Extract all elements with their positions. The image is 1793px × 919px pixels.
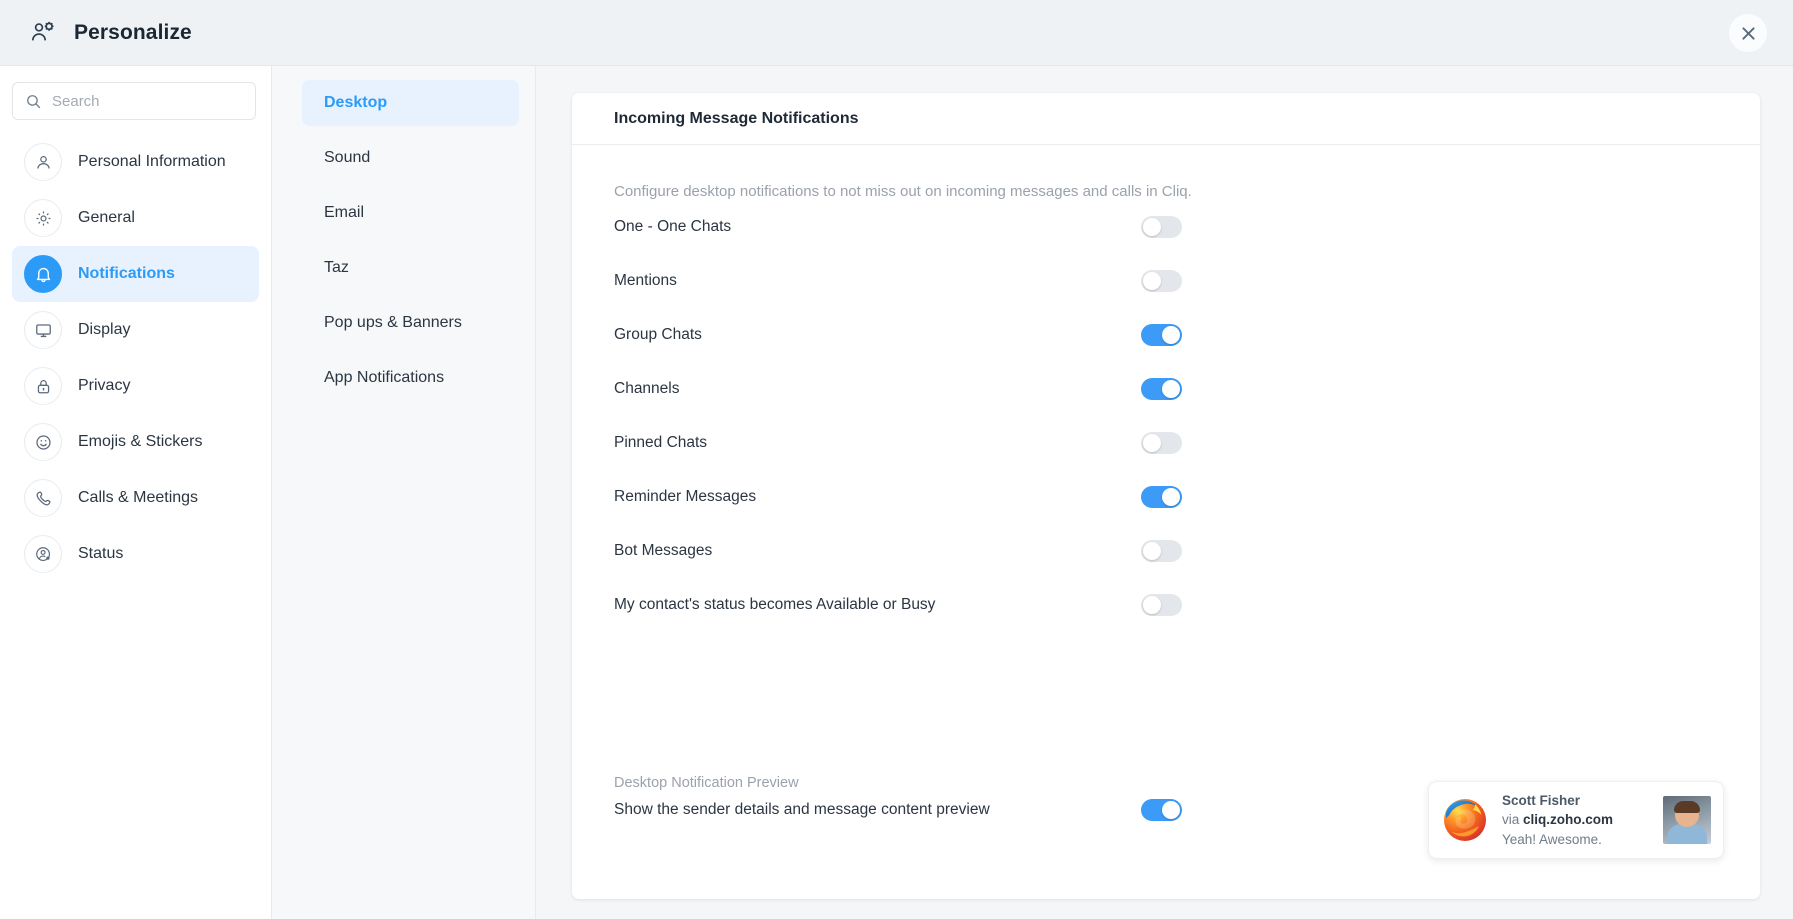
setting-label: Reminder Messages bbox=[614, 488, 757, 505]
setting-label: Bot Messages bbox=[614, 542, 713, 559]
card-description: Configure desktop notifications to not m… bbox=[614, 183, 1192, 200]
toggle-mentions[interactable] bbox=[1141, 270, 1182, 292]
toggle-knob bbox=[1162, 801, 1180, 819]
search-container bbox=[0, 66, 271, 120]
personalize-window: Personalize Search Personal Information … bbox=[0, 0, 1793, 919]
sidebar-nav-list: Personal Information General Notificatio… bbox=[0, 134, 271, 582]
setting-row-mentions: Mentions bbox=[614, 254, 1182, 308]
toggle-group-chats[interactable] bbox=[1141, 324, 1182, 346]
toggle-pinned-chats[interactable] bbox=[1141, 432, 1182, 454]
toast-via-prefix: via bbox=[1502, 812, 1524, 828]
toggle-one-one-chats[interactable] bbox=[1141, 216, 1182, 238]
setting-label: Channels bbox=[614, 380, 680, 397]
toggle-channels[interactable] bbox=[1141, 378, 1182, 400]
subnav-item-pop-ups-banners[interactable]: Pop ups & Banners bbox=[302, 300, 519, 346]
avatar-hair bbox=[1674, 801, 1700, 813]
setting-row-group-chats: Group Chats bbox=[614, 308, 1182, 362]
toast-text-block: Scott Fisher via cliq.zoho.com Yeah! Awe… bbox=[1502, 791, 1663, 848]
toggle-knob bbox=[1143, 272, 1161, 290]
toast-via-source: cliq.zoho.com bbox=[1523, 812, 1614, 828]
personalize-people-gear-icon bbox=[28, 18, 58, 48]
window-titlebar: Personalize bbox=[0, 0, 1793, 66]
toast-sender-name: Scott Fisher bbox=[1502, 793, 1581, 809]
settings-card: Incoming Message Notifications Configure… bbox=[572, 93, 1760, 899]
sidebar-item-label: General bbox=[78, 209, 135, 226]
primary-sidebar: Personal Information General bbox=[0, 66, 272, 919]
sidebar-item-calls-meetings[interactable]: Calls & Meetings bbox=[12, 470, 259, 526]
toggle-show-sender-details[interactable] bbox=[1141, 799, 1182, 821]
main-content: Incoming Message Notifications Configure… bbox=[536, 66, 1793, 919]
preview-setting-label: Show the sender details and message cont… bbox=[614, 801, 990, 818]
sidebar-item-personal-information[interactable]: Personal Information bbox=[12, 134, 259, 190]
sidebar-item-display[interactable]: Display bbox=[12, 302, 259, 358]
preview-toggle-slot: Show the sender details and message cont… bbox=[614, 799, 1182, 821]
notification-preview-toast: Scott Fisher via cliq.zoho.com Yeah! Awe… bbox=[1428, 781, 1724, 859]
setting-row-reminder-messages: Reminder Messages bbox=[614, 470, 1182, 524]
setting-row-contact-status: My contact's status becomes Available or… bbox=[614, 578, 1182, 632]
toggle-knob bbox=[1143, 542, 1161, 560]
firefox-icon bbox=[1441, 796, 1489, 844]
subnav-item-desktop[interactable]: Desktop bbox=[302, 80, 519, 126]
setting-row-bot-messages: Bot Messages bbox=[614, 524, 1182, 578]
toggle-knob bbox=[1162, 326, 1180, 344]
subnav-item-taz[interactable]: Taz bbox=[302, 245, 519, 291]
sidebar-item-label: Personal Information bbox=[78, 153, 226, 170]
setting-label: My contact's status becomes Available or… bbox=[614, 596, 936, 613]
toggle-bot-messages[interactable] bbox=[1141, 540, 1182, 562]
close-icon[interactable] bbox=[1729, 14, 1767, 52]
sidebar-item-label: Status bbox=[78, 545, 124, 562]
setting-label: Group Chats bbox=[614, 326, 702, 343]
gear-icon bbox=[24, 199, 62, 237]
subnav-item-app-notifications[interactable]: App Notifications bbox=[302, 355, 519, 401]
sidebar-item-label: Display bbox=[78, 321, 131, 338]
toggle-knob bbox=[1143, 434, 1161, 452]
setting-label: One - One Chats bbox=[614, 218, 732, 235]
toggle-knob bbox=[1162, 488, 1180, 506]
card-title: Incoming Message Notifications bbox=[572, 93, 1760, 145]
sender-photo-avatar bbox=[1663, 796, 1711, 844]
sidebar-item-label: Calls & Meetings bbox=[78, 489, 199, 506]
toggle-reminder-messages[interactable] bbox=[1141, 486, 1182, 508]
smiley-icon bbox=[24, 423, 62, 461]
toggle-knob bbox=[1162, 380, 1180, 398]
avatar-body bbox=[1667, 824, 1707, 844]
sidebar-item-general[interactable]: General bbox=[12, 190, 259, 246]
toggle-knob bbox=[1143, 218, 1161, 236]
sidebar-item-label: Notifications bbox=[78, 265, 175, 282]
sidebar-item-label: Emojis & Stickers bbox=[78, 433, 203, 450]
card-body: Configure desktop notifications to not m… bbox=[572, 183, 1760, 919]
sidebar-item-privacy[interactable]: Privacy bbox=[12, 358, 259, 414]
setting-row-pinned-chats: Pinned Chats bbox=[614, 416, 1182, 470]
desktop-notification-preview-section: Desktop Notification Preview Show the se… bbox=[614, 775, 1724, 859]
setting-label: Mentions bbox=[614, 272, 677, 289]
search-icon bbox=[25, 93, 42, 110]
toast-message: Yeah! Awesome. bbox=[1502, 831, 1602, 847]
user-icon bbox=[24, 143, 62, 181]
subnav-item-email[interactable]: Email bbox=[302, 190, 519, 236]
toggle-knob bbox=[1143, 596, 1161, 614]
monitor-icon bbox=[24, 311, 62, 349]
setting-label: Pinned Chats bbox=[614, 434, 708, 451]
subnav-item-sound[interactable]: Sound bbox=[302, 135, 519, 181]
toggle-contact-status[interactable] bbox=[1141, 594, 1182, 616]
search-input[interactable] bbox=[52, 92, 251, 110]
page-title: Personalize bbox=[74, 20, 192, 44]
search-box[interactable] bbox=[12, 82, 256, 120]
setting-row-one-one-chats: One - One Chats bbox=[614, 200, 1182, 254]
sidebar-item-notifications[interactable]: Notifications bbox=[12, 246, 259, 302]
bell-icon bbox=[24, 255, 62, 293]
setting-row-channels: Channels bbox=[614, 362, 1182, 416]
status-user-icon bbox=[24, 535, 62, 573]
lock-icon bbox=[24, 367, 62, 405]
phone-icon bbox=[24, 479, 62, 517]
toast-via-line: via cliq.zoho.com bbox=[1502, 810, 1663, 829]
notifications-subnav: Desktop Sound Email Taz Pop ups & Banner… bbox=[272, 66, 536, 919]
sidebar-item-label: Privacy bbox=[78, 377, 131, 394]
sidebar-item-status[interactable]: Status bbox=[12, 526, 259, 582]
sidebar-item-emojis-stickers[interactable]: Emojis & Stickers bbox=[12, 414, 259, 470]
